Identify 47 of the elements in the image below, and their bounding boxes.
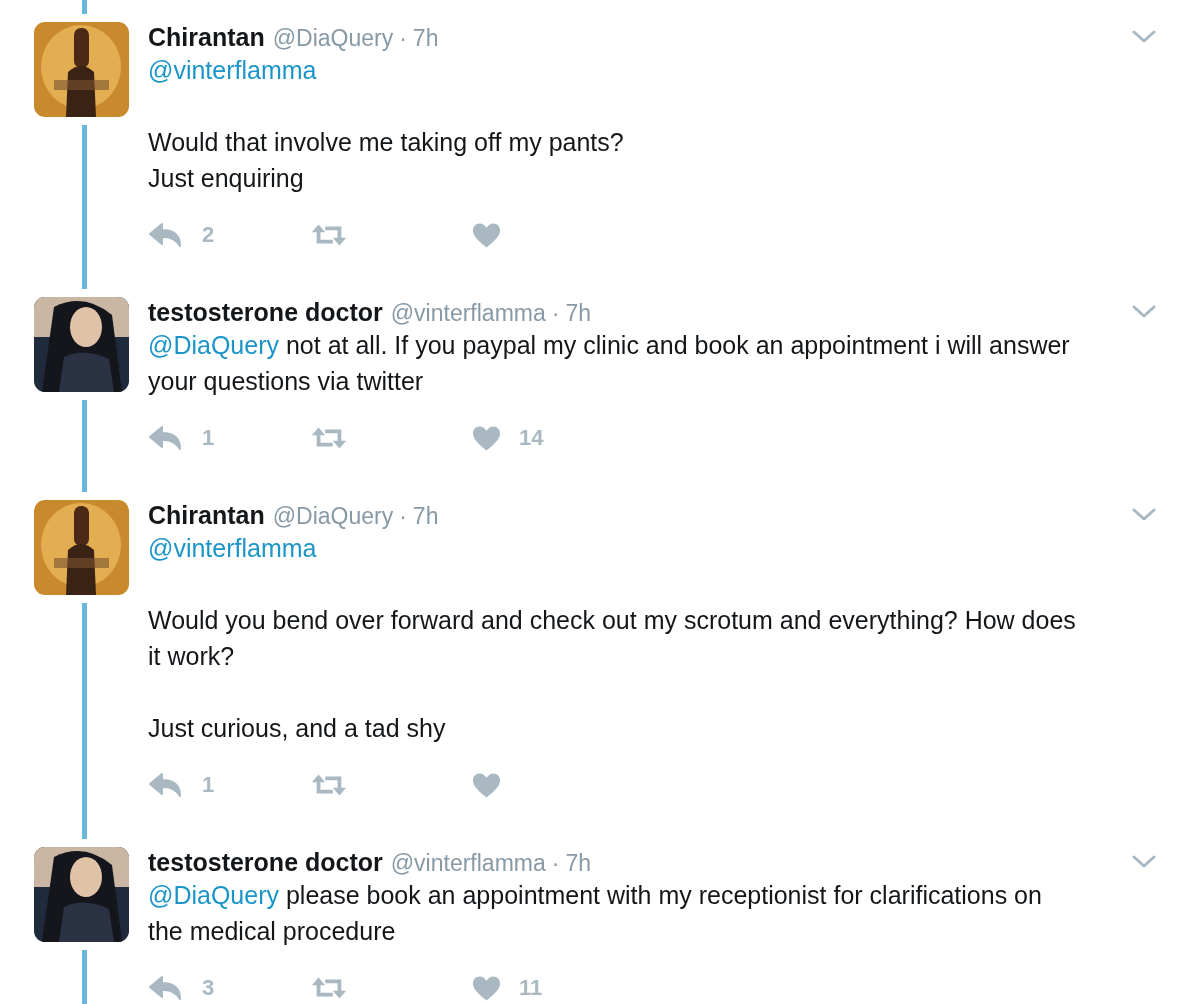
retweet-icon[interactable] — [310, 222, 348, 248]
user-handle[interactable]: @vinterflamma — [390, 848, 546, 878]
tweet-text: Just curious, and a tad shy — [148, 713, 447, 744]
separator: · — [551, 299, 560, 328]
timestamp[interactable]: 7h — [565, 298, 592, 328]
like-count: 11 — [519, 975, 543, 1001]
mention-link[interactable]: @vinterflamma — [148, 56, 317, 84]
chevron-icon[interactable] — [1132, 30, 1156, 44]
user-handle[interactable]: @DiaQuery — [272, 501, 394, 531]
user-name[interactable]: testosterone doctor — [148, 847, 383, 877]
retweet-icon[interactable] — [310, 975, 348, 1001]
chevron-icon[interactable] — [1132, 508, 1156, 522]
timestamp[interactable]: 7h — [412, 23, 439, 53]
tweet-text: @DiaQuery please book an appointment with my receptionist for clarifications on the medical procedure — [148, 880, 1043, 947]
separator: · — [551, 849, 560, 878]
mention-link[interactable]: @DiaQuery — [148, 331, 279, 359]
separator: · — [399, 502, 407, 531]
like-count: 14 — [519, 425, 544, 451]
reply-icon[interactable] — [148, 425, 184, 451]
reply-count: 3 — [202, 975, 215, 1001]
user-name[interactable]: Chirantan — [148, 22, 265, 52]
mention-link[interactable]: @DiaQuery — [148, 881, 279, 909]
timestamp[interactable]: 7h — [412, 501, 439, 531]
reply-icon[interactable] — [148, 975, 184, 1001]
heart-icon[interactable] — [472, 974, 501, 1002]
mention-link[interactable]: @vinterflamma — [148, 534, 317, 562]
user-handle[interactable]: @DiaQuery — [272, 23, 394, 53]
reply-count: 1 — [202, 425, 215, 451]
tweet-text: Would you bend over forward and check out my scrotum and everything? How does it work? — [148, 605, 1077, 672]
user-name[interactable]: testosterone doctor — [148, 297, 383, 327]
tweet-text: @DiaQuery not at all. If you paypal my clinic and book an appointment i will answer your questions via twitter — [148, 330, 1071, 397]
heart-icon[interactable] — [472, 424, 501, 452]
chevron-icon[interactable] — [1132, 855, 1156, 869]
reply-count: 1 — [202, 772, 215, 798]
reply-icon[interactable] — [148, 772, 184, 798]
separator: · — [399, 24, 407, 53]
heart-icon[interactable] — [472, 771, 501, 799]
user-name[interactable]: Chirantan — [148, 500, 265, 530]
tweet-text: Would that involve me taking off my pants? Just enquiring — [148, 127, 625, 194]
retweet-icon[interactable] — [310, 772, 348, 798]
timestamp[interactable]: 7h — [565, 848, 592, 878]
user-handle[interactable]: @vinterflamma — [390, 298, 546, 328]
retweet-icon[interactable] — [310, 425, 348, 451]
reply-count: 2 — [202, 222, 215, 248]
chevron-icon[interactable] — [1132, 305, 1156, 319]
heart-icon[interactable] — [472, 221, 501, 249]
reply-icon[interactable] — [148, 222, 184, 248]
